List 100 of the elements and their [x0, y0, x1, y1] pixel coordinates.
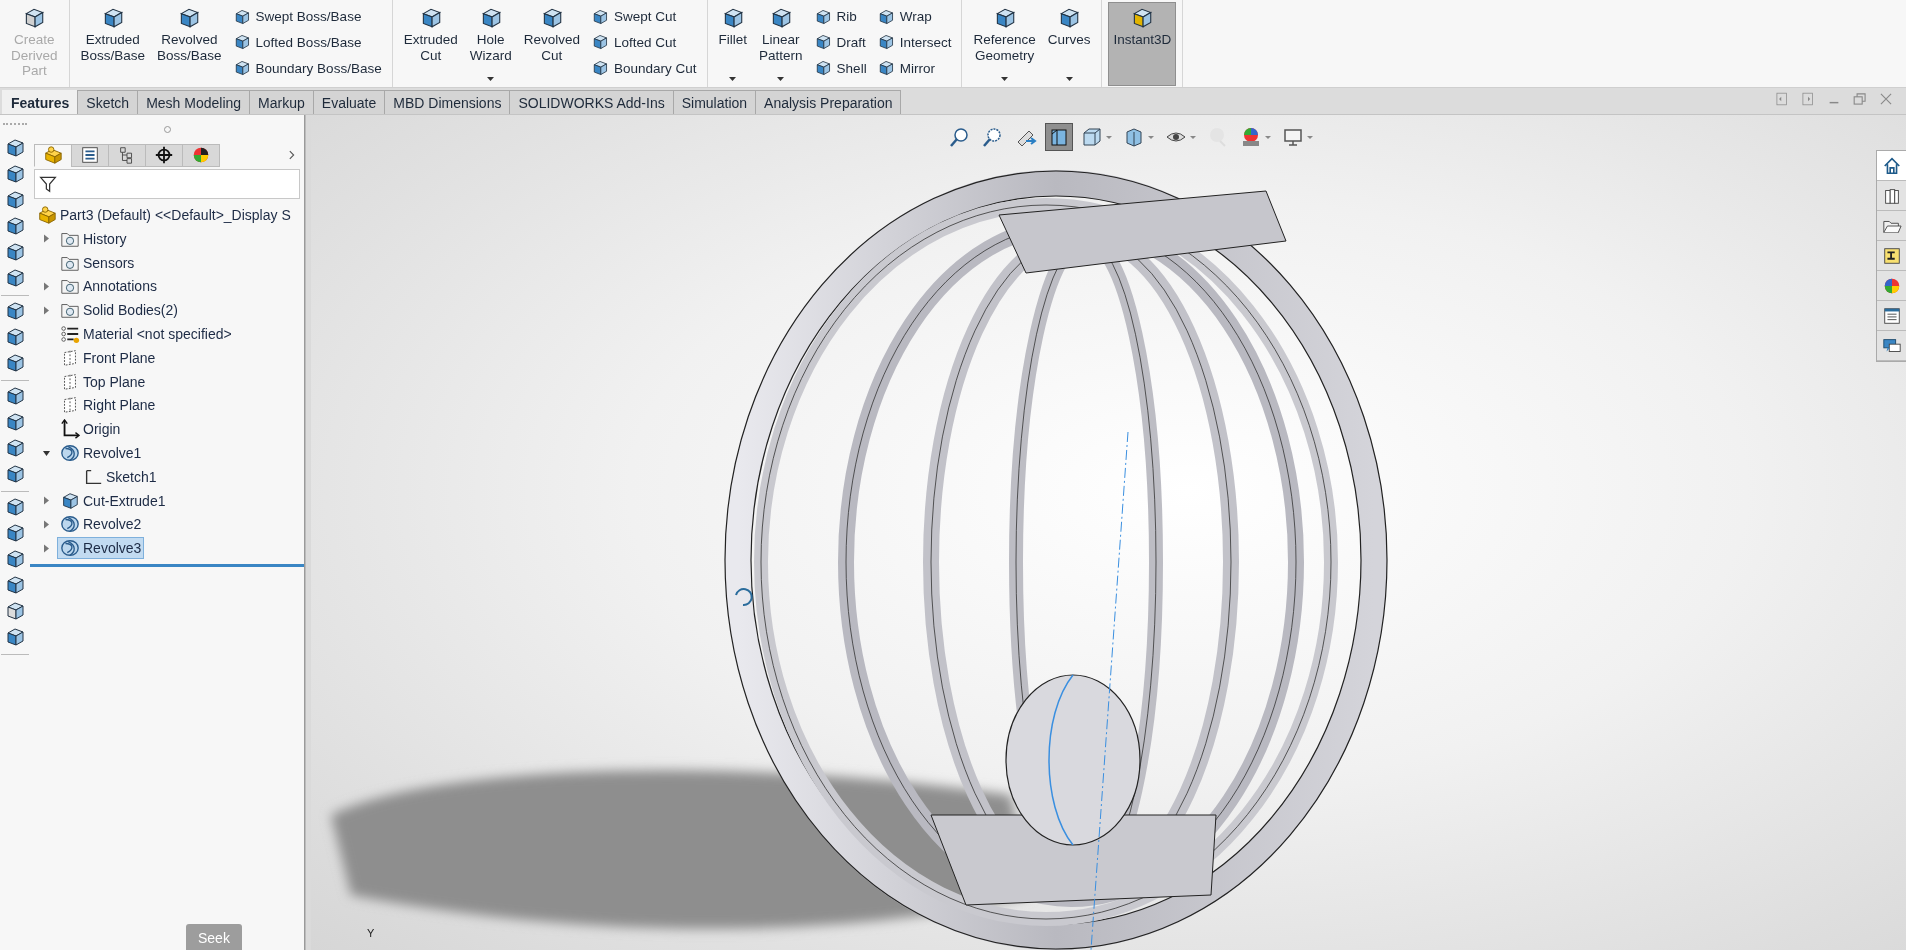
- tree-item[interactable]: Revolve3: [57, 537, 145, 560]
- ribbon-button[interactable]: Curves: [1042, 2, 1096, 86]
- cube-icon[interactable]: [4, 189, 26, 211]
- cube-icon[interactable]: [4, 352, 26, 374]
- tree-item[interactable]: Solid Bodies(2): [57, 299, 181, 322]
- tree-item[interactable]: Right Plane: [57, 394, 159, 417]
- caret-icon: [1148, 135, 1154, 139]
- crosshair-icon: [154, 145, 174, 165]
- ribbon-button[interactable]: Intersect: [874, 32, 954, 53]
- tab[interactable]: Markup: [249, 90, 314, 114]
- house-icon: [1881, 155, 1902, 176]
- view-toolbar-button[interactable]: [1045, 123, 1073, 151]
- tab[interactable]: Simulation: [672, 90, 757, 114]
- cube-icon[interactable]: [4, 267, 26, 289]
- monitor-icon: [1282, 126, 1304, 148]
- caret-icon[interactable]: [42, 448, 51, 458]
- panel-tab[interactable]: [108, 143, 146, 167]
- cube-icon[interactable]: [4, 411, 26, 433]
- ribbon-button[interactable]: Reference Geometry: [968, 2, 1041, 86]
- cube-icon: [1123, 126, 1145, 148]
- ribbon-button[interactable]: Fillet: [713, 2, 753, 86]
- ribbon-button[interactable]: Lofted Cut: [589, 32, 699, 53]
- swirl-icon: [60, 538, 80, 559]
- cube-icon[interactable]: [4, 496, 26, 518]
- list-icon: [1881, 305, 1902, 326]
- cube-icon[interactable]: [4, 437, 26, 459]
- rollback-bar[interactable]: [30, 564, 304, 568]
- cube-icon: [813, 33, 832, 52]
- ribbon-button[interactable]: Extruded Boss/Base: [75, 2, 151, 86]
- tree-item[interactable]: Cut-Extrude1: [57, 489, 169, 512]
- cube-icon[interactable]: [4, 137, 26, 159]
- tab[interactable]: MBD Dimensions: [384, 90, 511, 114]
- color-wheel-icon: [191, 145, 211, 165]
- cube-icon: [232, 7, 251, 26]
- ribbon-button[interactable]: Mirror: [874, 58, 954, 79]
- tree-item[interactable]: Top Plane: [57, 370, 149, 393]
- ribbon-button[interactable]: Swept Boss/Base: [230, 6, 384, 27]
- cube-icon: [591, 59, 609, 78]
- cube-icon[interactable]: [4, 241, 26, 263]
- cube-icon: [22, 6, 47, 30]
- cube-icon[interactable]: [4, 385, 26, 407]
- tree-item[interactable]: History: [57, 227, 130, 250]
- tree-item[interactable]: Front Plane: [57, 346, 159, 369]
- ribbon-button[interactable]: Revolved Boss/Base: [152, 2, 227, 86]
- tree-item[interactable]: Sketch1: [80, 465, 160, 488]
- panel-tab[interactable]: [71, 143, 109, 167]
- cube-icon: [876, 7, 895, 26]
- ribbon-button[interactable]: Boundary Boss/Base: [230, 58, 384, 79]
- ribbon-button[interactable]: Linear Pattern: [754, 2, 808, 86]
- list-icon: [60, 324, 80, 345]
- tile-right-icon[interactable]: [1800, 90, 1816, 107]
- panel-tab[interactable]: [145, 143, 183, 167]
- task-pane-tab[interactable]: [1877, 151, 1906, 181]
- swirl-icon: [60, 443, 80, 464]
- cube-icon[interactable]: [4, 574, 26, 596]
- ribbon-button[interactable]: Revolved Cut: [518, 2, 585, 86]
- ribbon-button[interactable]: Draft: [811, 32, 869, 53]
- cube-icon[interactable]: [4, 626, 26, 648]
- panel-tab[interactable]: [182, 143, 220, 167]
- ribbon-button[interactable]: Boundary Cut: [589, 58, 699, 79]
- ribbon-button[interactable]: Wrap: [874, 6, 954, 27]
- cube-icon[interactable]: [4, 463, 26, 485]
- tree-item[interactable]: Annotations: [57, 275, 160, 298]
- tab[interactable]: SOLIDWORKS Add-Ins: [509, 90, 674, 114]
- zoom-fit-icon: [949, 126, 971, 148]
- tree-item[interactable]: Sensors: [57, 251, 138, 274]
- axes-icon: [60, 419, 80, 440]
- tree-item[interactable]: Material <not specified>: [57, 323, 235, 346]
- ribbon-button[interactable]: Hole Wizard: [464, 2, 517, 86]
- caret-icon: [1190, 135, 1196, 139]
- cube-icon: [591, 7, 609, 26]
- tree-item[interactable]: Revolve2: [57, 513, 145, 536]
- cube-icon[interactable]: [4, 215, 26, 237]
- zoom-area-icon: [982, 126, 1004, 148]
- ribbon-button[interactable]: Instant3D: [1108, 2, 1177, 86]
- tile-left-icon[interactable]: [1774, 90, 1790, 107]
- cube-icon: [1057, 6, 1082, 30]
- tree-item[interactable]: Origin: [57, 418, 124, 441]
- section-cube-icon: [1048, 126, 1070, 148]
- tab[interactable]: Sketch: [77, 90, 139, 114]
- cube-icon[interactable]: [4, 548, 26, 570]
- cube-icon: [876, 33, 895, 52]
- cube-icon[interactable]: [4, 300, 26, 322]
- caret-icon: [1265, 135, 1271, 139]
- tree-item[interactable]: Revolve1: [57, 442, 145, 465]
- tab[interactable]: Analysis Preparation: [755, 90, 902, 114]
- cube-icon[interactable]: [4, 326, 26, 348]
- tab[interactable]: Features: [2, 90, 79, 114]
- ribbon-button[interactable]: Lofted Boss/Base: [230, 32, 384, 53]
- cube-icon: [591, 33, 609, 52]
- ribbon-button[interactable]: Swept Cut: [589, 6, 699, 27]
- cube-icon[interactable]: [4, 163, 26, 185]
- cube-icon[interactable]: [4, 522, 26, 544]
- filter-field[interactable]: [34, 169, 300, 199]
- ribbon-button[interactable]: Shell: [811, 58, 869, 79]
- ribbon-button[interactable]: Extruded Cut: [398, 2, 463, 86]
- tab[interactable]: Evaluate: [312, 90, 386, 114]
- tab[interactable]: Mesh Modeling: [137, 90, 251, 114]
- tree-item[interactable]: Part3 (Default) <<Default>_Display S: [34, 204, 294, 226]
- ribbon-button[interactable]: Rib: [811, 6, 869, 27]
